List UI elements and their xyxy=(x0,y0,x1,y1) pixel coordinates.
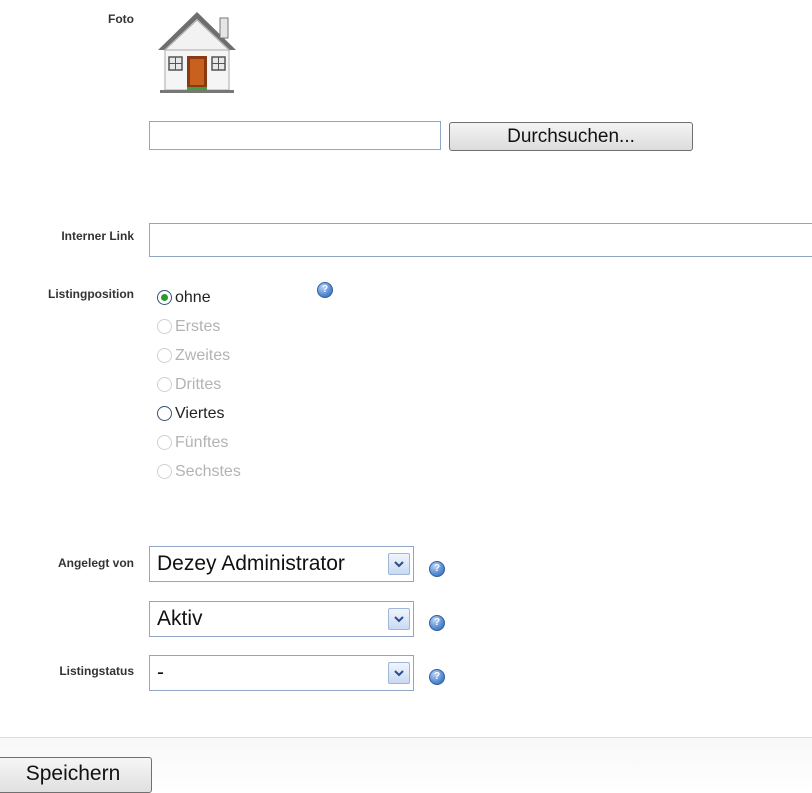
radio-label: ohne xyxy=(175,288,211,306)
photo-file-input[interactable] xyxy=(149,121,441,150)
browse-button[interactable]: Durchsuchen... xyxy=(449,122,693,151)
created-by-help-icon[interactable]: ? xyxy=(429,561,445,577)
listing-position-label: Listingposition xyxy=(48,287,134,301)
radio-option-sechstes: Sechstes xyxy=(157,457,241,486)
radio-label: Viertes xyxy=(175,404,225,422)
radio-button[interactable] xyxy=(157,406,172,421)
photo-label: Foto xyxy=(108,12,134,26)
radio-option-erstes: Erstes xyxy=(157,312,241,341)
created-by-selected-value: Dezey Administrator xyxy=(157,552,345,575)
radio-button-disabled xyxy=(157,377,172,392)
radio-label: Drittes xyxy=(175,375,222,393)
listing-status-select[interactable]: - xyxy=(149,655,414,691)
chevron-down-icon[interactable] xyxy=(388,608,410,630)
radio-label: Erstes xyxy=(175,317,221,335)
radio-button-disabled xyxy=(157,319,172,334)
radio-button-checked[interactable] xyxy=(157,290,172,305)
radio-option-fuenftes: Fünftes xyxy=(157,428,241,457)
radio-label: Fünftes xyxy=(175,433,229,451)
created-by-select[interactable]: Dezey Administrator xyxy=(149,546,414,582)
radio-option-viertes[interactable]: Viertes xyxy=(157,399,241,428)
radio-option-ohne[interactable]: ohne xyxy=(157,283,241,312)
listing-status-label: Listingstatus xyxy=(59,664,134,678)
status-select[interactable]: Aktiv xyxy=(149,601,414,637)
save-button[interactable]: Speichern xyxy=(0,757,152,793)
internal-link-input[interactable] xyxy=(149,223,812,257)
radio-option-drittes: Drittes xyxy=(157,370,241,399)
radio-button-disabled xyxy=(157,348,172,363)
created-by-label: Angelegt von xyxy=(57,556,134,570)
status-help-icon[interactable]: ? xyxy=(429,615,445,631)
chevron-down-icon[interactable] xyxy=(388,662,410,684)
radio-label: Zweites xyxy=(175,346,231,364)
house-icon xyxy=(158,12,236,93)
radio-label: Sechstes xyxy=(175,462,241,480)
listing-status-help-icon[interactable]: ? xyxy=(429,669,445,685)
radio-button-disabled xyxy=(157,435,172,450)
listing-position-options: ohne Erstes Zweites Drittes Viertes Fünf… xyxy=(157,283,241,486)
listing-position-help-icon[interactable]: ? xyxy=(317,282,333,298)
radio-button-disabled xyxy=(157,464,172,479)
chevron-down-icon[interactable] xyxy=(388,553,410,575)
status-selected-value: Aktiv xyxy=(157,607,203,630)
internal-link-label: Interner Link xyxy=(61,229,134,243)
listing-status-selected-value: - xyxy=(157,661,164,684)
radio-option-zweites: Zweites xyxy=(157,341,241,370)
